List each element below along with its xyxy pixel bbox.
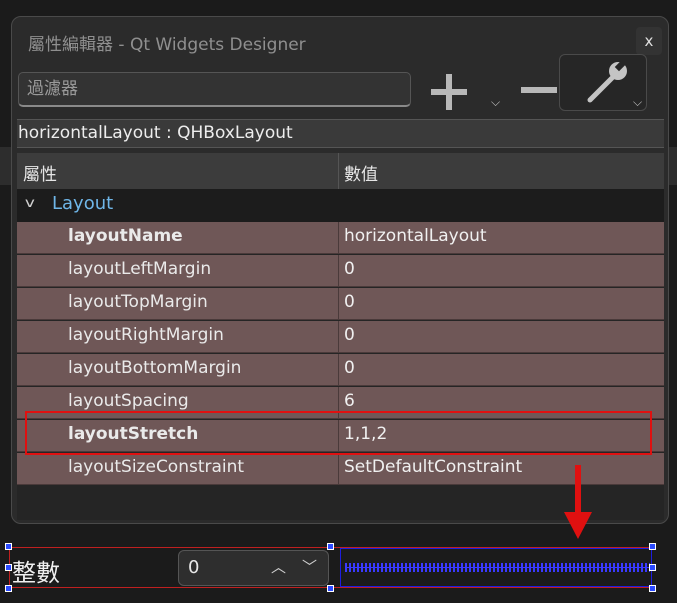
plus-icon-vertical [446,74,452,110]
table-header: 屬性 數值 [17,153,664,190]
property-value[interactable]: 0 [344,259,355,279]
window-title: 屬性編輯器 - Qt Widgets Designer [28,35,306,55]
configure-button[interactable]: ⌵ [559,54,647,111]
configure-menu-chevron-icon: ⌵ [633,95,643,109]
spacer-line [345,567,650,568]
resize-handle[interactable] [327,543,334,550]
property-name: layoutSpacing [68,391,189,411]
minus-icon[interactable] [521,87,557,93]
property-value[interactable]: horizontalLayout [344,226,487,246]
property-name: layoutSizeConstraint [68,457,245,477]
property-row-layouttopmargin[interactable]: layoutTopMargin 0 [17,288,664,320]
property-table: 屬性 數值 v Layout layoutName horizontalLayo… [17,153,664,520]
property-row-layoutname[interactable]: layoutName horizontalLayout [17,222,664,254]
integer-spinbox[interactable]: 0 ︿ ﹀ [178,550,329,586]
property-row-layoutstretch[interactable]: layoutStretch 1,1,2 [17,420,664,452]
chevron-up-icon[interactable]: ︿ [271,556,286,577]
integer-label: 整數 [12,559,60,587]
property-name: layoutTopMargin [68,292,208,312]
column-divider [338,420,339,452]
property-value[interactable]: 6 [344,391,355,411]
resize-handle[interactable] [5,564,12,571]
property-row-layoutbottommargin[interactable]: layoutBottomMargin 0 [17,354,664,386]
close-button[interactable]: x [636,27,662,55]
column-divider [338,321,339,353]
annotation-arrow [575,465,581,517]
property-name: layoutRightMargin [68,325,224,345]
header-value[interactable]: 數值 [344,160,378,185]
property-name: layoutStretch [68,424,199,444]
property-name: layoutName [68,226,183,246]
property-value[interactable]: 1,1,2 [344,424,387,444]
column-divider [338,222,339,254]
column-divider [338,387,339,419]
add-menu-chevron-icon[interactable]: ⌵ [491,95,500,110]
group-label: Layout [52,193,114,214]
property-value[interactable]: SetDefaultConstraint [344,457,522,477]
property-row-layoutrightmargin[interactable]: layoutRightMargin 0 [17,321,664,353]
annotation-arrow-head [564,512,592,539]
object-class-label: horizontalLayout : QHBoxLayout [17,119,664,148]
property-row-layoutleftmargin[interactable]: layoutLeftMargin 0 [17,255,664,287]
group-layout[interactable]: v Layout [17,189,664,222]
column-divider [338,354,339,386]
header-property[interactable]: 屬性 [23,160,57,185]
close-icon: x [644,32,654,50]
header-divider[interactable] [338,153,339,189]
filter-input[interactable] [19,73,410,105]
spinbox-value[interactable]: 0 [188,557,199,578]
property-name: layoutLeftMargin [68,259,212,279]
column-divider [338,453,339,485]
property-value[interactable]: 0 [344,325,355,345]
resize-handle[interactable] [327,585,334,592]
chevron-down-icon[interactable]: ﹀ [302,556,317,577]
filter-input-box[interactable] [18,72,411,107]
chevron-down-icon[interactable]: v [25,196,35,211]
resize-handle[interactable] [649,585,656,592]
column-divider [338,255,339,287]
resize-handle[interactable] [5,585,12,592]
column-divider [338,288,339,320]
property-name: layoutBottomMargin [68,358,242,378]
property-row-layoutsizeconstraint[interactable]: layoutSizeConstraint SetDefaultConstrain… [17,453,664,485]
resize-handle[interactable] [649,543,656,550]
property-value[interactable]: 0 [344,292,355,312]
property-value[interactable]: 0 [344,358,355,378]
resize-handle[interactable] [5,543,12,550]
property-row-layoutspacing[interactable]: layoutSpacing 6 [17,387,664,419]
resize-handle[interactable] [649,564,656,571]
